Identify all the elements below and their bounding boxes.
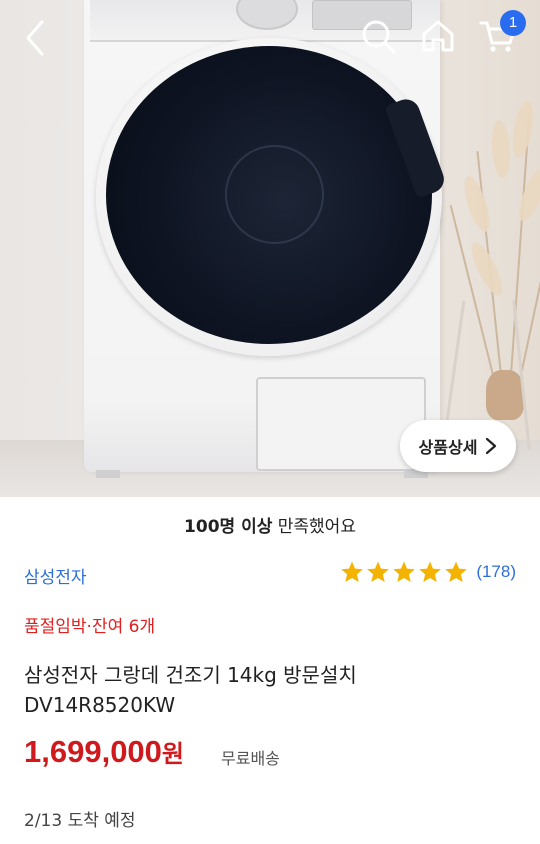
star-icon bbox=[445, 561, 468, 582]
product-detail-label: 상품상세 bbox=[418, 438, 478, 457]
search-icon bbox=[362, 20, 396, 54]
chevron-right-icon bbox=[486, 437, 497, 455]
chevron-left-icon bbox=[26, 20, 44, 56]
satisfaction-count: 100명 이상 bbox=[184, 517, 273, 537]
satisfaction-text: 만족했어요 bbox=[272, 517, 356, 537]
product-title: 삼성전자 그랑데 건조기 14kg 방문설치 DV14R8520KW bbox=[24, 660, 514, 720]
price-unit: 원 bbox=[161, 740, 185, 768]
home-icon bbox=[422, 20, 454, 52]
shipping-info: 무료배송 bbox=[221, 749, 280, 768]
back-button[interactable] bbox=[16, 16, 56, 60]
review-count: (178) bbox=[476, 562, 516, 581]
dryer-drum bbox=[225, 145, 324, 244]
star-icon bbox=[341, 561, 364, 582]
product-detail-button[interactable]: 상품상세 bbox=[400, 420, 516, 472]
star-icon bbox=[419, 561, 442, 582]
cart-count-badge: 1 bbox=[500, 10, 526, 36]
price-amount: 1,699,000 bbox=[24, 734, 162, 769]
brand-link[interactable]: 삼성전자 bbox=[24, 563, 87, 588]
star-icon bbox=[393, 561, 416, 582]
rating-summary[interactable]: (178) bbox=[340, 560, 516, 584]
star-rating bbox=[340, 560, 468, 584]
product-price: 1,699,000원 bbox=[24, 734, 184, 770]
dryer-foot bbox=[96, 470, 120, 478]
arrival-date: 2/13 도착 예정 bbox=[24, 811, 136, 831]
product-title-line: 삼성전자 그랑데 건조기 14kg 방문설치 bbox=[24, 663, 357, 687]
dryer-filter-panel bbox=[256, 377, 426, 471]
product-model: DV14R8520KW bbox=[24, 693, 176, 717]
star-icon bbox=[367, 561, 390, 582]
stock-notice: 품절임박·잔여 6개 bbox=[24, 617, 156, 637]
satisfaction-summary: 100명 이상 만족했어요 bbox=[0, 512, 540, 537]
search-button[interactable] bbox=[358, 16, 398, 56]
top-bar: 1 bbox=[0, 0, 540, 80]
home-button[interactable] bbox=[418, 16, 458, 56]
